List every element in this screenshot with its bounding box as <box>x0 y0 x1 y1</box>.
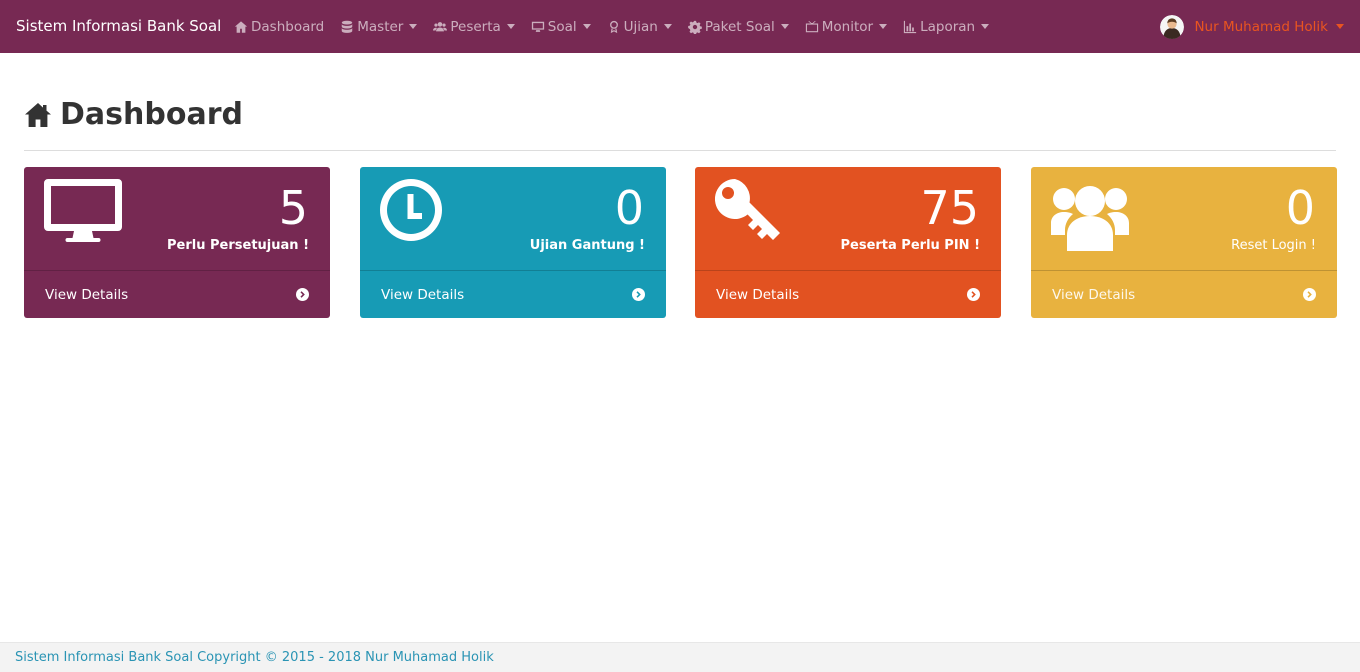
view-details-link[interactable]: View Details <box>360 271 666 318</box>
caret-down-icon <box>780 24 789 29</box>
panel-label: Perlu Persetujuan ! <box>167 238 309 253</box>
panel-label: Reset Login ! <box>1231 238 1316 253</box>
view-details-label: View Details <box>381 286 465 303</box>
award-icon <box>609 20 618 33</box>
nav-item-soal[interactable]: Soal <box>531 0 599 53</box>
key-icon <box>714 178 785 253</box>
users-icon <box>1051 179 1129 255</box>
caret-down-icon <box>663 24 672 29</box>
nav-label: Monitor <box>821 18 874 35</box>
panel-perlu-persetujuan: 5 Perlu Persetujuan ! View Details <box>24 167 330 318</box>
nav-item-laporan[interactable]: Laporan <box>903 0 997 53</box>
panel-body: 5 Perlu Persetujuan ! <box>24 167 330 270</box>
panel-count: 5 <box>278 181 308 235</box>
arrow-circle-right-icon <box>296 288 309 301</box>
clock-icon <box>380 179 442 245</box>
panel-count: 0 <box>614 181 644 235</box>
view-details-label: View Details <box>45 286 129 303</box>
avatar <box>1160 14 1185 39</box>
panel-body: 0 Ujian Gantung ! <box>360 167 666 270</box>
gear-icon <box>688 20 702 34</box>
nav-item-peserta[interactable]: Peserta <box>433 0 522 53</box>
nav-label: Ujian <box>623 18 658 35</box>
nav-label: Laporan <box>920 18 976 35</box>
caret-down-icon <box>879 24 888 29</box>
bar-chart-icon <box>903 20 917 33</box>
nav-item-ujian[interactable]: Ujian <box>607 0 680 53</box>
navbar: Sistem Informasi Bank Soal Dashboard Mas… <box>0 0 1360 53</box>
desktop-icon <box>44 179 122 249</box>
panel-ujian-gantung: 0 Ujian Gantung ! View Details <box>360 167 666 318</box>
caret-down-icon <box>506 24 515 29</box>
arrow-circle-right-icon <box>632 288 645 301</box>
panel-label: Peserta Perlu PIN ! <box>840 238 980 253</box>
caret-down-icon <box>409 24 418 29</box>
panel-count: 75 <box>920 181 979 235</box>
page-title: Dashboard <box>60 97 243 132</box>
arrow-circle-right-icon <box>1303 288 1316 301</box>
panel-body: 75 Peserta Perlu PIN ! <box>695 167 1001 270</box>
home-icon <box>25 103 51 127</box>
home-icon <box>234 20 248 33</box>
users-icon <box>433 21 448 31</box>
nav-item-monitor[interactable]: Monitor <box>805 0 895 53</box>
nav-item-dashboard[interactable]: Dashboard <box>234 0 332 53</box>
nav-label: Paket Soal <box>704 18 775 35</box>
database-icon <box>342 20 353 33</box>
caret-down-icon <box>1336 24 1344 29</box>
panel-peserta-perlu-pin: 75 Peserta Perlu PIN ! View Details <box>695 167 1001 318</box>
view-details-link[interactable]: View Details <box>695 271 1001 318</box>
tv-icon <box>805 20 818 32</box>
nav-label: Master <box>357 18 404 35</box>
caret-down-icon <box>981 24 990 29</box>
panel-reset-login: 0 Reset Login ! View Details <box>1031 167 1337 318</box>
caret-down-icon <box>582 24 591 29</box>
app-brand[interactable]: Sistem Informasi Bank Soal <box>16 0 221 53</box>
panel-count: 0 <box>1285 181 1315 235</box>
nav-label: Soal <box>547 18 577 35</box>
view-details-label: View Details <box>1052 286 1136 303</box>
footer: Sistem Informasi Bank Soal Copyright © 2… <box>0 642 1360 672</box>
nav-item-paket-soal[interactable]: Paket Soal <box>688 0 797 53</box>
nav-label: Dashboard <box>251 18 325 35</box>
nav-label: Peserta <box>450 18 501 35</box>
view-details-label: View Details <box>716 286 800 303</box>
nav-item-master[interactable]: Master <box>340 0 425 53</box>
footer-copyright: Sistem Informasi Bank Soal Copyright © 2… <box>15 650 494 665</box>
desktop-icon <box>531 21 544 32</box>
user-menu[interactable]: Nur Muhamad Holik <box>1160 0 1344 53</box>
view-details-link[interactable]: View Details <box>1031 271 1337 318</box>
user-name: Nur Muhamad Holik <box>1194 18 1328 35</box>
nav-menu: Dashboard Master Peserta Soal Ujian Pake… <box>234 0 1005 53</box>
arrow-circle-right-icon <box>967 288 980 301</box>
page-header: Dashboard <box>24 95 1336 151</box>
panel-label: Ujian Gantung ! <box>529 238 645 253</box>
panel-body: 0 Reset Login ! <box>1031 167 1337 270</box>
view-details-link[interactable]: View Details <box>24 271 330 318</box>
